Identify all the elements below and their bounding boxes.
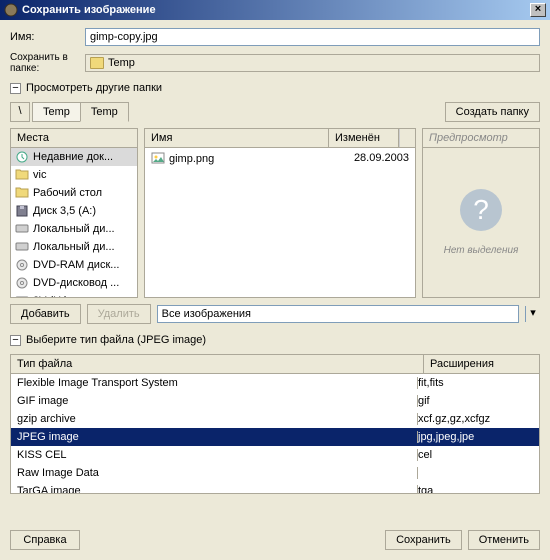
minus-icon: − (10, 83, 21, 94)
name-label: Имя: (10, 31, 85, 43)
type-name: JPEG image (17, 431, 418, 443)
cd-icon (15, 258, 29, 272)
file-name: gimp.png (169, 153, 214, 165)
folder-value: Temp (108, 57, 135, 69)
filetype-row[interactable]: KISS CELcel (11, 446, 539, 464)
recent-icon (15, 150, 29, 164)
place-label: DVD-дисковод ... (33, 277, 119, 289)
place-label: 3V (H:) (33, 295, 68, 297)
place-item[interactable]: DVD-дисковод ... (11, 274, 137, 292)
filetype-row[interactable]: GIF imagegif (11, 392, 539, 410)
filetype-row[interactable]: Flexible Image Transport Systemfit,fits (11, 374, 539, 392)
browse-expander-label: Просмотреть другие папки (26, 82, 162, 94)
drive-icon (15, 240, 29, 254)
cd-icon (15, 276, 29, 290)
question-icon: ? (460, 189, 502, 231)
folder-icon (90, 57, 104, 69)
preview-header: Предпросмотр (423, 129, 539, 148)
floppy-icon (15, 204, 29, 218)
cancel-button[interactable]: Отменить (468, 530, 540, 550)
close-button[interactable]: × (530, 3, 546, 17)
place-item[interactable]: Диск 3,5 (A:) (11, 202, 137, 220)
folder-label: Сохранить в папке: (10, 52, 85, 74)
type-name: GIF image (17, 395, 418, 407)
filetype-row[interactable]: Raw Image Data (11, 464, 539, 482)
place-item[interactable]: 3V (H:) (11, 292, 137, 297)
type-header-name[interactable]: Тип файла (11, 355, 424, 373)
place-item[interactable]: vic (11, 166, 137, 184)
preview-panel: Предпросмотр ? Нет выделения (422, 128, 540, 298)
titlebar: Сохранить изображение × (0, 0, 550, 20)
filetype-table[interactable]: Тип файла Расширения Flexible Image Tran… (10, 354, 540, 494)
place-label: Диск 3,5 (A:) (33, 205, 96, 217)
places-header: Места (11, 129, 137, 148)
place-label: Локальный ди... (33, 223, 115, 235)
type-ext: xcf.gz,gz,xcfgz (418, 413, 533, 425)
path-tab-1[interactable]: Temp (80, 102, 129, 122)
drive-icon (15, 294, 29, 297)
desktop-icon (15, 186, 29, 200)
filetype-row[interactable]: TarGA imagetga (11, 482, 539, 494)
file-panel: Имя Изменён gimp.png 28.09.2003 (144, 128, 416, 298)
type-ext: tga (418, 485, 533, 494)
places-list[interactable]: Недавние док... vic Рабочий стол Диск 3,5 (… (11, 148, 137, 297)
type-ext: cel (418, 449, 533, 461)
drive-icon (15, 222, 29, 236)
filetype-expander[interactable]: − Выберите тип файла (JPEG image) (10, 334, 540, 346)
file-date: 28.09.2003 (339, 152, 409, 166)
place-item[interactable]: Недавние док... (11, 148, 137, 166)
folder-icon (15, 168, 29, 182)
place-label: vic (33, 169, 46, 181)
browse-folders-expander[interactable]: − Просмотреть другие папки (10, 82, 540, 94)
place-item[interactable]: Рабочий стол (11, 184, 137, 202)
create-folder-button[interactable]: Создать папку (445, 102, 540, 122)
filter-value: Все изображения (162, 308, 514, 320)
places-panel: Места Недавние док... vic Рабочий стол Диск… (10, 128, 138, 298)
minus-icon: − (10, 335, 21, 346)
help-button[interactable]: Справка (10, 530, 80, 550)
type-name: Flexible Image Transport System (17, 377, 418, 389)
type-name: KISS CEL (17, 449, 418, 461)
file-item[interactable]: gimp.png 28.09.2003 (147, 150, 413, 168)
type-ext: gif (418, 395, 533, 407)
place-label: DVD-RAM диск... (33, 259, 119, 271)
filetype-row[interactable]: JPEG imagejpg,jpeg,jpe (11, 428, 539, 446)
scrollbar[interactable] (399, 129, 415, 147)
window-title: Сохранить изображение (22, 4, 530, 16)
app-icon (4, 3, 18, 17)
folder-combo[interactable]: Temp (85, 54, 540, 72)
place-label: Недавние док... (33, 151, 113, 163)
type-header-ext[interactable]: Расширения (424, 355, 539, 373)
save-button[interactable]: Сохранить (385, 530, 462, 550)
type-ext (418, 467, 533, 479)
remove-button: Удалить (87, 304, 151, 324)
type-name: TarGA image (17, 485, 418, 494)
place-item[interactable]: Локальный ди... (11, 220, 137, 238)
place-label: Рабочий стол (33, 187, 102, 199)
type-name: gzip archive (17, 413, 418, 425)
type-ext: jpg,jpeg,jpe (418, 431, 533, 443)
place-label: Локальный ди... (33, 241, 115, 253)
path-back-button[interactable]: \ (10, 102, 30, 122)
filetype-row[interactable]: gzip archivexcf.gz,gz,xcfgz (11, 410, 539, 428)
file-header-name[interactable]: Имя (145, 129, 329, 147)
filter-combo[interactable]: Все изображения (157, 305, 519, 323)
path-tab-0[interactable]: Temp (32, 102, 81, 122)
place-item[interactable]: DVD-RAM диск... (11, 256, 137, 274)
filetype-expander-label: Выберите тип файла (JPEG image) (26, 334, 206, 346)
add-button[interactable]: Добавить (10, 304, 81, 324)
chevron-down-icon[interactable]: ▾ (525, 306, 540, 322)
type-name: Raw Image Data (17, 467, 418, 479)
place-item[interactable]: Локальный ди... (11, 238, 137, 256)
file-list[interactable]: gimp.png 28.09.2003 (145, 148, 415, 170)
type-ext: fit,fits (418, 377, 533, 389)
image-icon (151, 152, 165, 166)
filename-input[interactable] (85, 28, 540, 46)
preview-empty-text: Нет выделения (444, 245, 519, 256)
file-header-modified[interactable]: Изменён (329, 129, 399, 147)
